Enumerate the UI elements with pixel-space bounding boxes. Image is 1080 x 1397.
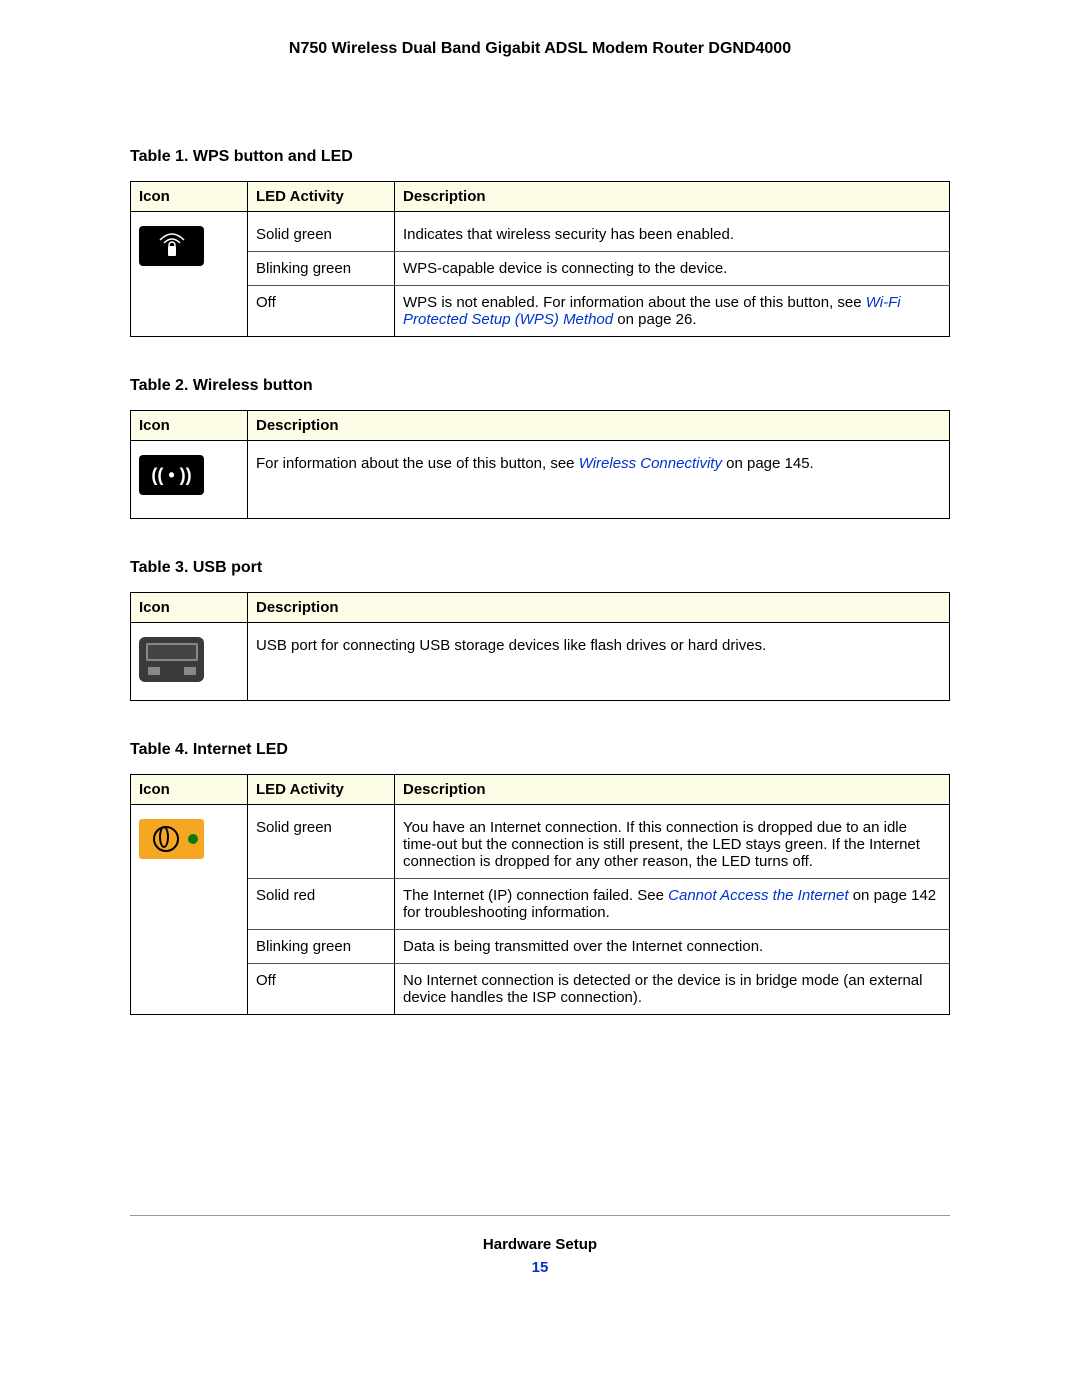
table-cell: WPS-capable device is connecting to the … <box>395 252 950 286</box>
table-cell: Solid green <box>248 805 395 879</box>
table1-caption: Table 1. WPS button and LED <box>130 148 950 166</box>
table-cell: USB port for connecting USB storage devi… <box>248 623 950 701</box>
wireless-icon-cell: (( • )) <box>131 441 248 519</box>
wps-icon-cell <box>131 212 248 337</box>
footer-divider <box>130 1215 950 1216</box>
th-activity: LED Activity <box>248 182 395 212</box>
link-cannot-access[interactable]: Cannot Access the Internet <box>668 887 848 904</box>
table-cell: Off <box>248 286 395 337</box>
table-cell: Blinking green <box>248 930 395 964</box>
footer-section: Hardware Setup <box>130 1236 950 1253</box>
th-icon: Icon <box>131 775 248 805</box>
th-description: Description <box>395 775 950 805</box>
table-cell: You have an Internet connection. If this… <box>395 805 950 879</box>
th-icon: Icon <box>131 182 248 212</box>
table-cell: For information about the use of this bu… <box>248 441 950 519</box>
table2: Icon Description (( • )) For information… <box>130 410 950 519</box>
footer-page-number: 15 <box>130 1259 950 1276</box>
usb-icon <box>139 637 204 682</box>
table2-caption: Table 2. Wireless button <box>130 377 950 395</box>
table1: Icon LED Activity Description Solid gree… <box>130 181 950 337</box>
table-cell: Indicates that wireless security has bee… <box>395 212 950 252</box>
document-title: N750 Wireless Dual Band Gigabit ADSL Mod… <box>130 40 950 58</box>
table-cell: WPS is not enabled. For information abou… <box>395 286 950 337</box>
table-cell: The Internet (IP) connection failed. See… <box>395 879 950 930</box>
usb-icon-cell <box>131 623 248 701</box>
text: on page 26. <box>613 311 696 328</box>
internet-icon <box>139 819 204 859</box>
th-description: Description <box>395 182 950 212</box>
table-cell: Off <box>248 964 395 1015</box>
th-activity: LED Activity <box>248 775 395 805</box>
text: For information about the use of this bu… <box>256 455 579 472</box>
th-icon: Icon <box>131 411 248 441</box>
text: on page 145. <box>722 455 814 472</box>
table4-caption: Table 4. Internet LED <box>130 741 950 759</box>
th-description: Description <box>248 411 950 441</box>
table3-caption: Table 3. USB port <box>130 559 950 577</box>
table-cell: No Internet connection is detected or th… <box>395 964 950 1015</box>
text: WPS is not enabled. For information abou… <box>403 294 866 311</box>
table-cell: Solid red <box>248 879 395 930</box>
table-cell: Data is being transmitted over the Inter… <box>395 930 950 964</box>
table3: Icon Description USB port for connecting… <box>130 592 950 701</box>
wps-icon <box>139 226 204 266</box>
table-cell: Solid green <box>248 212 395 252</box>
internet-icon-cell <box>131 805 248 1015</box>
th-description: Description <box>248 593 950 623</box>
table-cell: Blinking green <box>248 252 395 286</box>
page-footer: Hardware Setup 15 <box>130 1236 950 1276</box>
th-icon: Icon <box>131 593 248 623</box>
text: The Internet (IP) connection failed. See <box>403 887 668 904</box>
table4: Icon LED Activity Description Solid gree… <box>130 774 950 1015</box>
link-wireless-connectivity[interactable]: Wireless Connectivity <box>579 455 722 472</box>
wireless-icon: (( • )) <box>139 455 204 495</box>
